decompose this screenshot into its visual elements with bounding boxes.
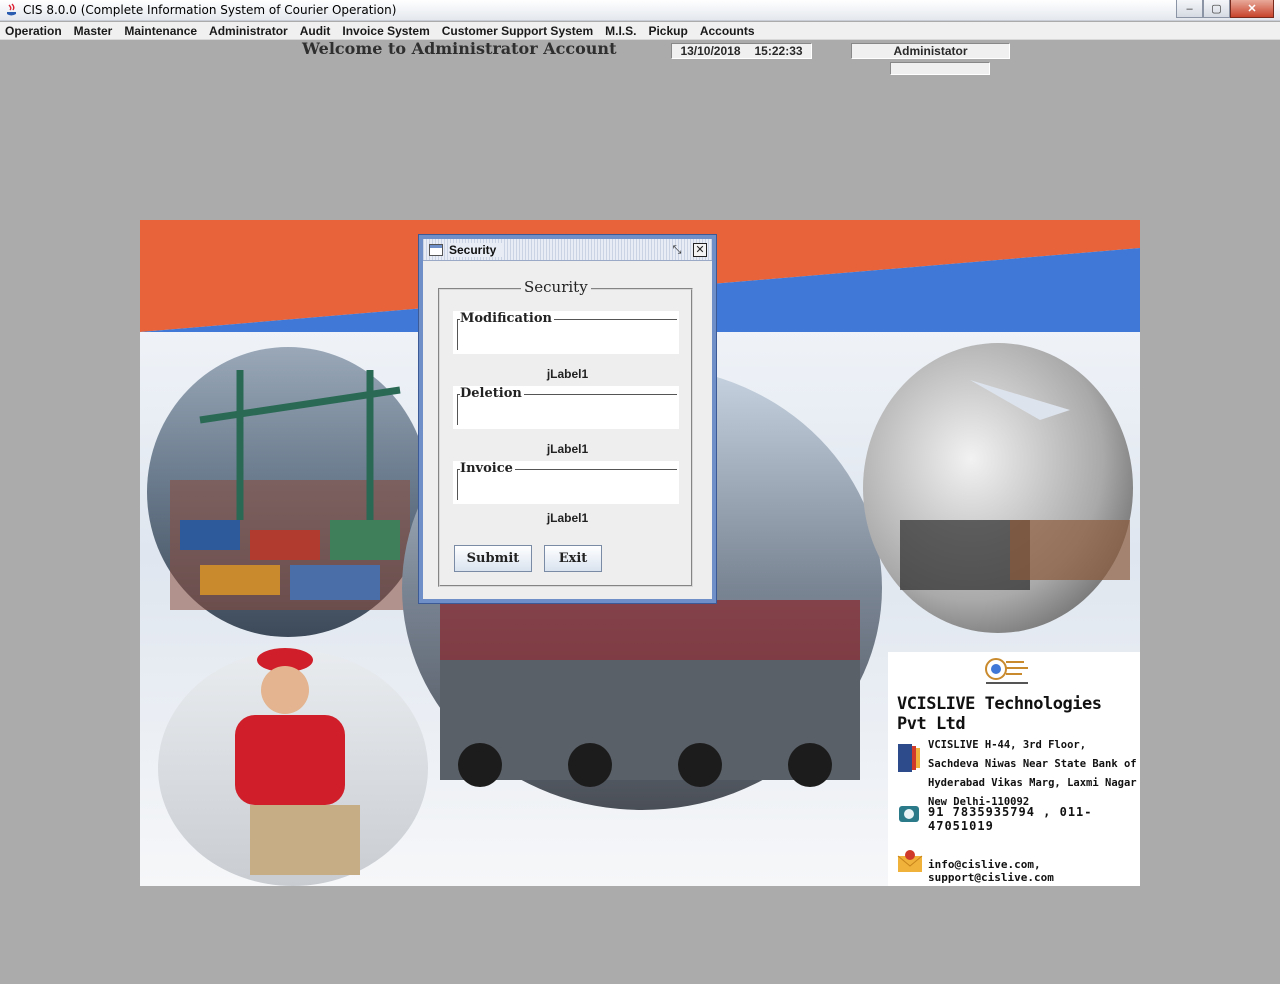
security-dialog-titlebar[interactable]: Security ⤡ ✕ xyxy=(423,239,712,261)
window-icon xyxy=(429,243,443,256)
time-value: 15:22:33 xyxy=(754,44,803,58)
invoice-status-label: jLabel1 xyxy=(546,511,589,525)
welcome-heading: Welcome to Administrator Account xyxy=(302,39,617,58)
datetime-field: 13/10/2018 15:22:33 xyxy=(671,43,812,59)
deletion-label: Deletion xyxy=(460,386,524,401)
address-book-icon xyxy=(896,742,922,777)
invoice-field[interactable]: Invoice xyxy=(453,461,679,504)
menu-administrator[interactable]: Administrator xyxy=(203,24,294,38)
maximize-button[interactable]: ▢ xyxy=(1203,0,1230,18)
deletion-field[interactable]: Deletion xyxy=(453,386,679,429)
company-info-card: VCISLIVE Technologies Pvt Ltd VCISLIVE H… xyxy=(888,652,1140,886)
menu-audit[interactable]: Audit xyxy=(294,24,337,38)
window-titlebar: CIS 8.0.0 (Complete Information System o… xyxy=(0,0,1280,21)
minimize-button[interactable]: ‒ xyxy=(1176,0,1203,18)
date-value: 13/10/2018 xyxy=(680,44,741,58)
menu-maintenance[interactable]: Maintenance xyxy=(118,24,203,38)
user-field: Administator xyxy=(851,43,1010,59)
company-phone: 91 7835935794 , 011-47051019 xyxy=(928,805,1093,833)
menu-customer-support-system[interactable]: Customer Support System xyxy=(436,24,599,38)
menu-operation[interactable]: Operation xyxy=(0,24,68,38)
security-dialog-title: Security xyxy=(449,242,503,257)
security-dialog: Security ⤡ ✕ Security Modification jLabe… xyxy=(419,235,716,603)
deletion-status-label: jLabel1 xyxy=(546,442,589,456)
exit-button[interactable]: Exit xyxy=(544,545,602,572)
modification-label: Modification xyxy=(460,311,554,326)
restore-icon[interactable]: ⤡ xyxy=(670,243,684,257)
company-email: info@cislive.com, support@cislive.com xyxy=(928,858,1054,884)
cislive-logo xyxy=(984,656,1030,686)
java-app-icon xyxy=(5,3,19,17)
email-icon xyxy=(896,848,924,877)
menu-invoice-system[interactable]: Invoice System xyxy=(336,24,435,38)
menu-master[interactable]: Master xyxy=(68,24,119,38)
company-address: VCISLIVE H-44, 3rd Floor, Sachdeva Niwas… xyxy=(928,739,1137,808)
window-controls: ‒ ▢ ✕ xyxy=(1176,0,1274,18)
menu-accounts[interactable]: Accounts xyxy=(694,24,761,38)
close-button[interactable]: ✕ xyxy=(1230,0,1274,18)
menu-mis[interactable]: M.I.S. xyxy=(599,24,642,38)
menu-pickup[interactable]: Pickup xyxy=(642,24,693,38)
security-group-title: Security xyxy=(521,278,591,296)
modification-field[interactable]: Modification xyxy=(453,311,679,354)
window-title: CIS 8.0.0 (Complete Information System o… xyxy=(23,3,397,17)
company-name: VCISLIVE Technologies Pvt Ltd xyxy=(897,694,1102,734)
modification-status-label: jLabel1 xyxy=(546,367,589,381)
invoice-label: Invoice xyxy=(460,461,515,476)
phone-icon xyxy=(896,802,922,829)
menu-bar: Operation Master Maintenance Administrat… xyxy=(0,22,1280,40)
status-field xyxy=(890,62,990,75)
submit-button[interactable]: Submit xyxy=(454,545,532,572)
dialog-close-icon[interactable]: ✕ xyxy=(693,243,707,257)
